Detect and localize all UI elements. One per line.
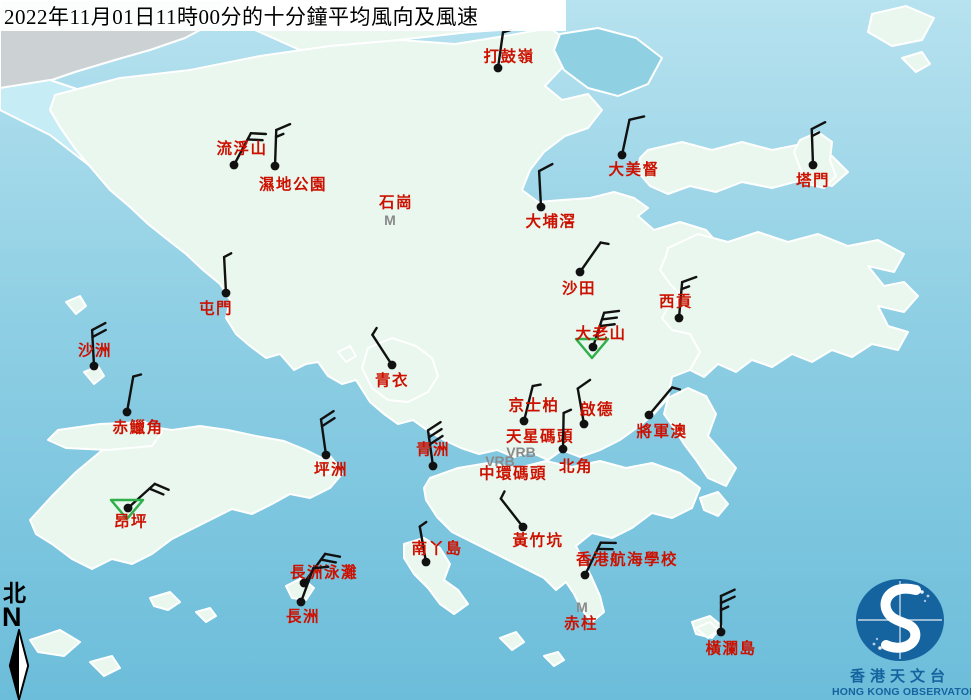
station-dot — [322, 451, 331, 460]
station-label: 青洲 — [416, 440, 450, 459]
station-dot — [559, 445, 568, 454]
station-label: 沙田 — [562, 280, 596, 298]
station-dot — [589, 343, 598, 352]
station-label: 香港航海學校 — [576, 550, 678, 569]
missing-data-mark: M — [576, 599, 588, 615]
wind-barb-feather — [533, 385, 541, 387]
station-label: 橫瀾島 — [705, 639, 756, 658]
wind-barb-staff — [275, 130, 276, 166]
station-dot — [123, 408, 132, 417]
station-label: 黃竹坑 — [511, 531, 563, 550]
station-dot — [230, 161, 239, 170]
hko-logo: 香港天文台 HONG KONG OBSERVATORY — [832, 577, 968, 698]
station-label: 濕地公園 — [259, 175, 327, 194]
station-dot — [618, 151, 627, 160]
station-dot — [271, 162, 280, 171]
station-label: 大老山 — [575, 324, 626, 343]
hko-typhoon-icon — [854, 577, 946, 663]
station-label: 屯門 — [199, 299, 233, 318]
hko-chinese-name: 香港天文台 — [832, 665, 968, 686]
station-label: 南丫島 — [411, 539, 462, 558]
station-dot — [90, 362, 99, 371]
station-label: 青衣 — [375, 371, 409, 390]
station-label: 流浮山 — [216, 139, 267, 158]
missing-data-mark: M — [384, 212, 396, 228]
wind-barb-feather — [601, 243, 609, 244]
wind-barb-feather — [251, 133, 266, 134]
station-dot — [809, 161, 818, 170]
station-label: 石崗 — [378, 193, 413, 212]
station-label: 西貢 — [659, 293, 693, 311]
wind-barb-feather — [313, 567, 328, 568]
station-dot — [581, 571, 590, 580]
station-dot — [429, 462, 438, 471]
map-title: 2022年11月01日11時00分的十分鐘平均風向及風速 — [0, 1, 478, 31]
station-dot — [422, 558, 431, 567]
north-arrow-icon — [2, 629, 36, 700]
station-dot — [222, 289, 231, 298]
north-letter-label: N — [2, 605, 42, 629]
station-dot — [124, 504, 133, 513]
station-dot — [576, 268, 585, 277]
station-label: 塔門 — [796, 171, 830, 190]
station-dot — [537, 203, 546, 212]
station-dot — [717, 628, 726, 637]
station-label: 將軍澳 — [636, 422, 687, 441]
north-indicator: 北 N — [2, 582, 42, 700]
station-dot — [675, 314, 684, 323]
station-dot — [297, 598, 306, 607]
variable-wind-mark: VRB — [485, 453, 515, 469]
station-label: 坪洲 — [314, 461, 348, 479]
station-label: 大埔滘 — [525, 212, 576, 231]
wind-map-screenshot: 打鼓嶺流浮山濕地公園石崗M大美督大埔滘塔門沙田西貢大老山屯門沙洲赤鱲角青衣坪洲青… — [0, 0, 971, 700]
station-dot — [388, 361, 397, 370]
station-label: 沙洲 — [78, 342, 112, 360]
hko-english-name: HONG KONG OBSERVATORY — [832, 686, 968, 698]
station-label: 北角 — [559, 457, 593, 476]
station-label: 京士柏 — [508, 396, 559, 415]
station-label: 啟德 — [580, 400, 614, 419]
station-dot — [580, 420, 589, 429]
hong-kong-map: 打鼓嶺流浮山濕地公園石崗M大美督大埔滘塔門沙田西貢大老山屯門沙洲赤鱲角青衣坪洲青… — [0, 0, 971, 700]
station-label: 打鼓嶺 — [483, 47, 534, 66]
station-label: 長洲泳灘 — [290, 563, 358, 582]
station-label: 大美督 — [608, 160, 659, 179]
station-dot — [519, 523, 528, 532]
station-label: 昂坪 — [114, 513, 148, 531]
station-label: 長洲 — [286, 608, 320, 626]
station-label: 赤鱲角 — [112, 418, 163, 437]
station-dot — [645, 411, 654, 420]
station-dot — [520, 417, 529, 426]
title-bar: 2022年11月01日11時00分的十分鐘平均風向及風速 — [0, 0, 566, 31]
wind-barb-staff — [563, 413, 564, 449]
station-label: 赤柱 — [564, 614, 598, 633]
